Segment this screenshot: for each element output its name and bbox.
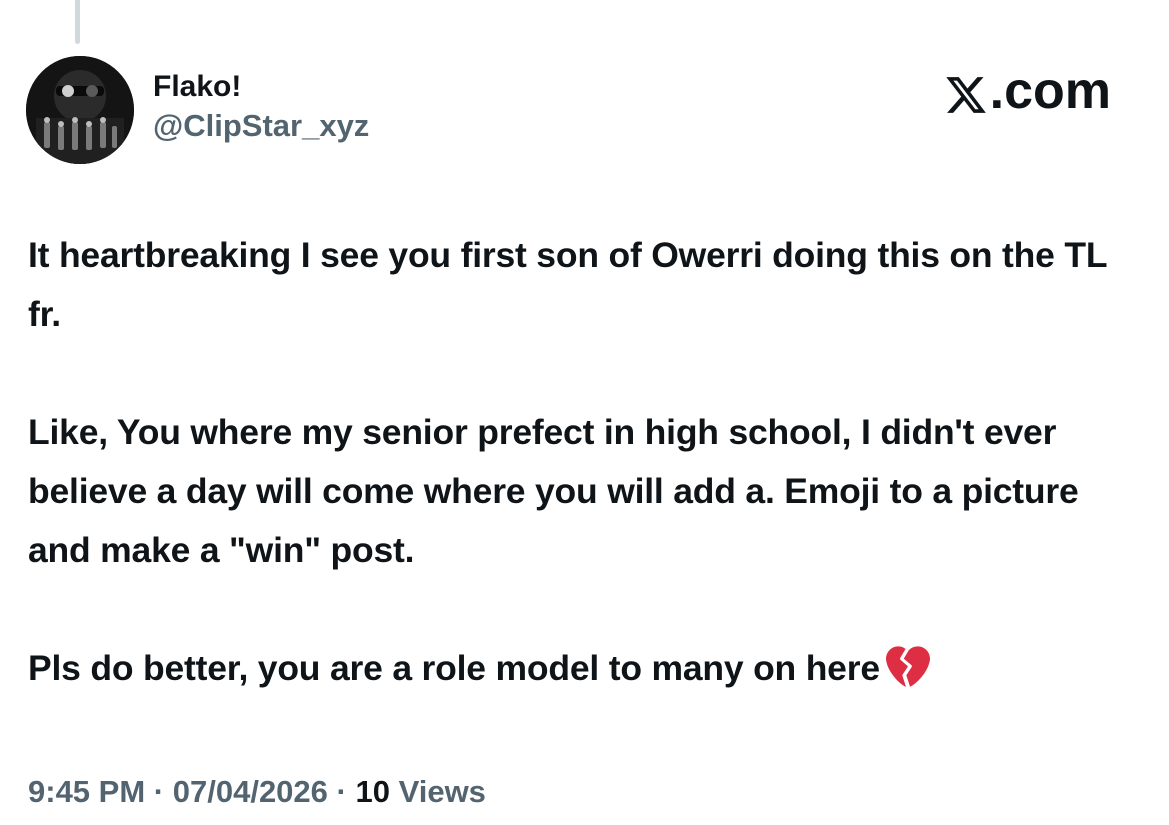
author-handle[interactable]: @ClipStar_xyz (153, 106, 369, 146)
brand-domain-text: .com (989, 62, 1111, 120)
post-paragraph-3: Pls do better, you are a role model to m… (28, 639, 1148, 698)
post-paragraph-3-text: Pls do better, you are a role model to m… (28, 648, 880, 688)
post-time[interactable]: 9:45 PM (28, 774, 145, 809)
author-display-name[interactable]: Flako! (153, 68, 369, 106)
post-metadata: 9:45 PM · 07/04/2026 · 10 Views (28, 770, 486, 814)
avatar[interactable] (26, 56, 134, 164)
avatar-image (26, 56, 134, 164)
x-logo-icon (944, 69, 988, 113)
post-text: It heartbreaking I see you first son of … (28, 226, 1148, 698)
thread-connector-line (75, 0, 80, 44)
author-block: Flako! @ClipStar_xyz (153, 68, 369, 146)
broken-heart-icon (885, 644, 930, 688)
meta-separator-1: · (153, 774, 165, 809)
brand-watermark: .com (944, 60, 1111, 122)
post-date[interactable]: 07/04/2026 (173, 774, 328, 809)
views-label[interactable]: Views (399, 774, 486, 809)
views-count[interactable]: 10 (355, 774, 389, 809)
post-paragraph-2: Like, You where my senior prefect in hig… (28, 412, 1079, 570)
post-paragraph-1: It heartbreaking I see you first son of … (28, 235, 1107, 334)
meta-separator-2: · (336, 774, 347, 809)
